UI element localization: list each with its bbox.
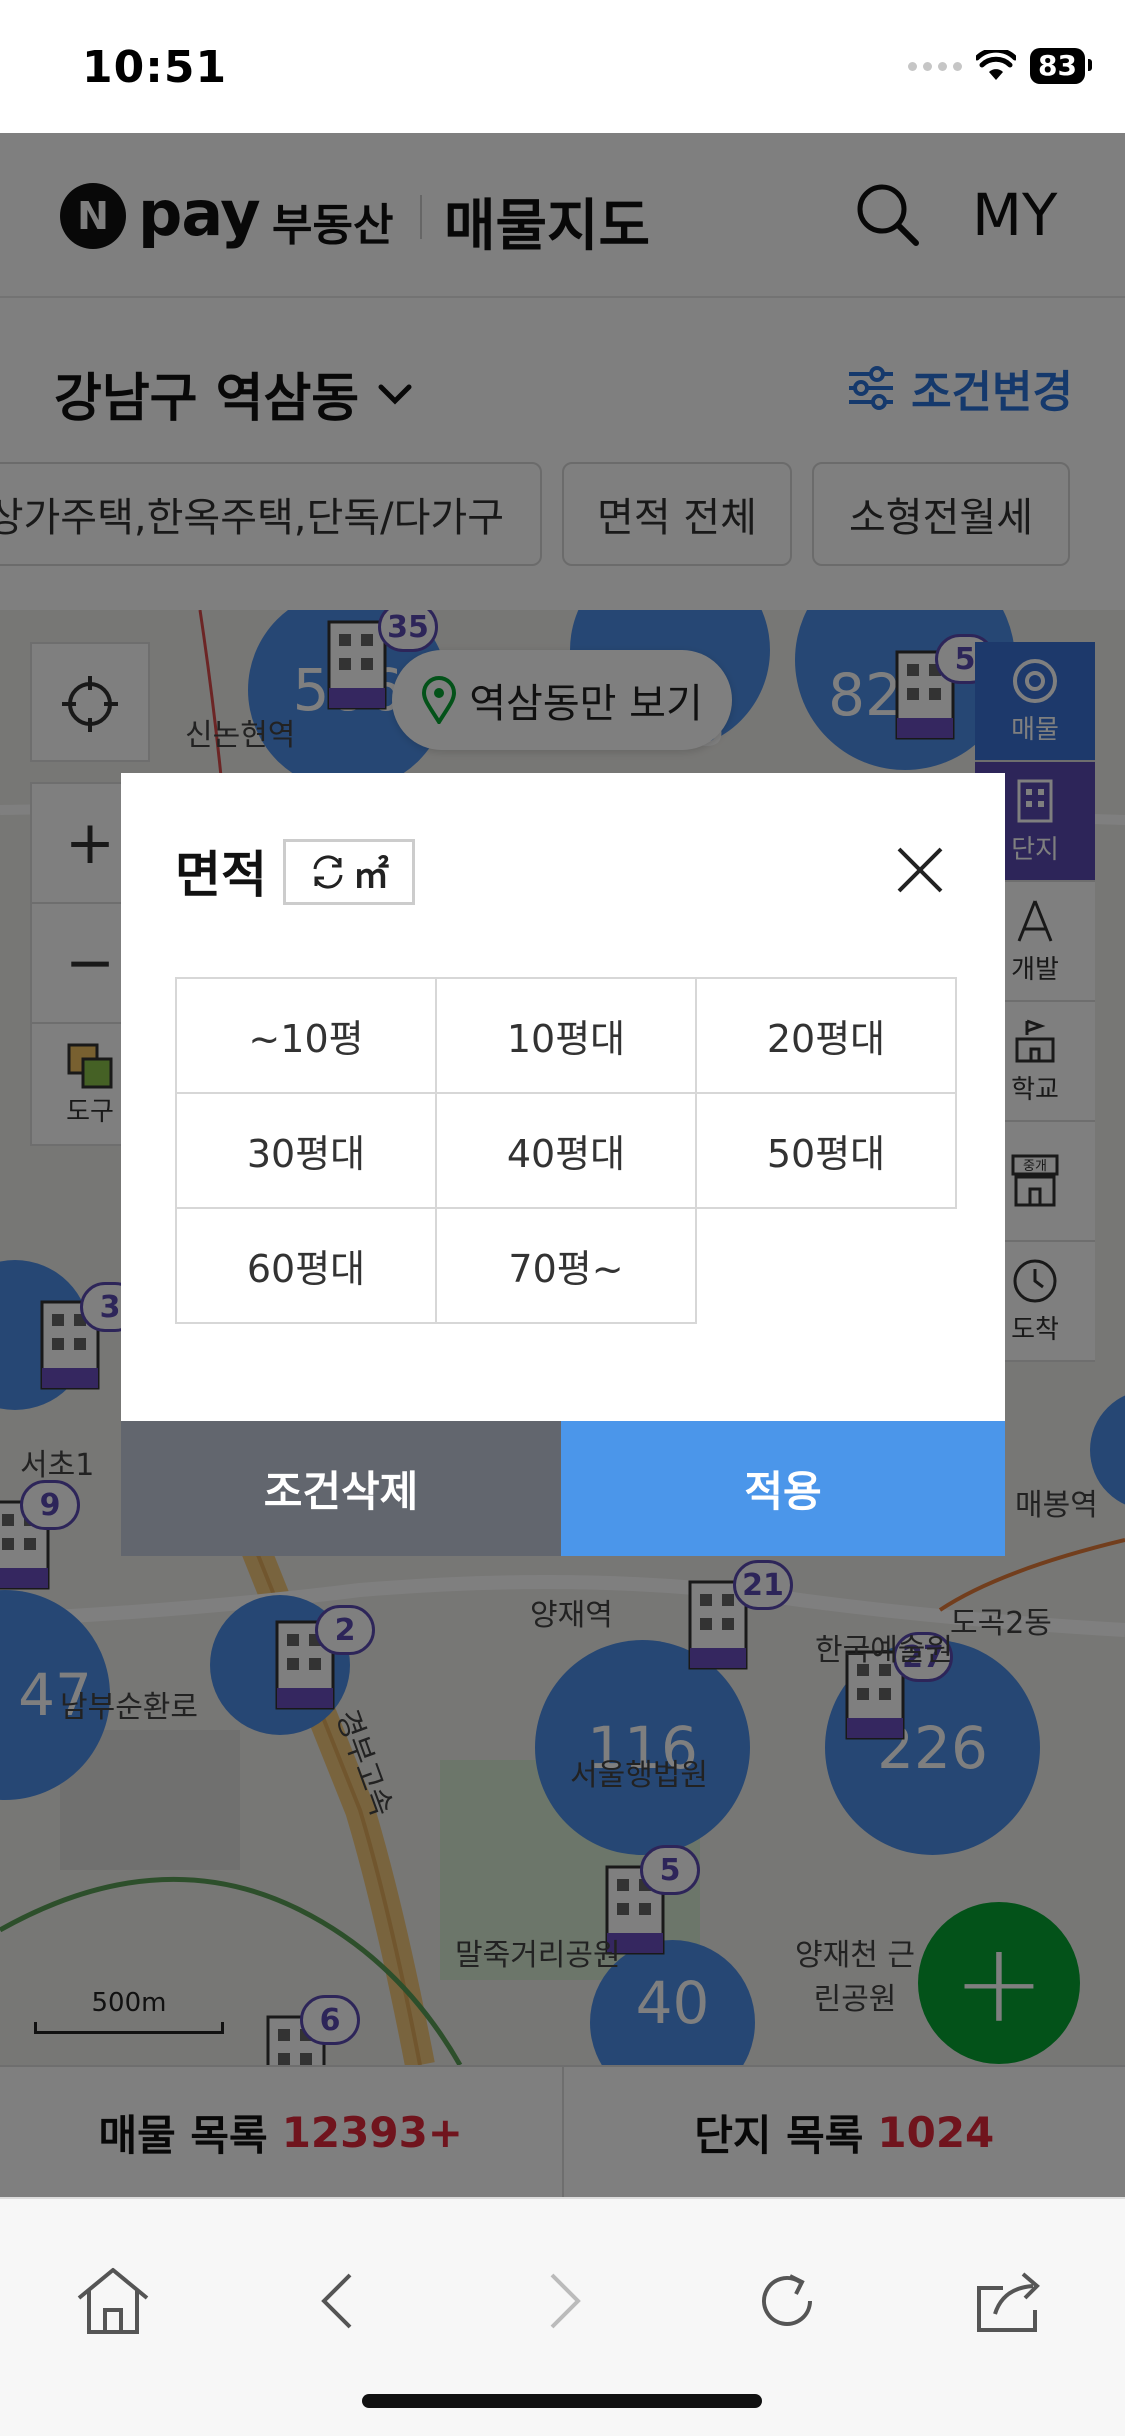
battery-icon: 83 [1030, 48, 1092, 84]
status-time: 10:51 [82, 42, 228, 93]
area-filter-modal: 면적 ㎡ ~10평 10평대 20평대 30평대 40평대 50평대 60평대 … [121, 773, 1005, 1556]
modal-title: 면적 [175, 846, 267, 904]
home-icon[interactable] [68, 2261, 158, 2341]
status-bar: 10:51 83 [0, 0, 1125, 133]
area-option[interactable]: 20평대 [695, 977, 957, 1094]
unit-toggle-button[interactable]: ㎡ [283, 839, 415, 905]
close-icon[interactable] [895, 845, 945, 895]
cellular-signal-icon [908, 61, 963, 71]
apply-button[interactable]: 적용 [561, 1421, 1005, 1556]
refresh-page-icon[interactable] [742, 2261, 832, 2341]
back-icon[interactable] [292, 2261, 382, 2341]
share-icon[interactable] [966, 2261, 1056, 2341]
area-option[interactable]: 70평~ [435, 1207, 697, 1324]
status-icons: 83 [908, 48, 1092, 84]
area-option[interactable]: 60평대 [175, 1207, 437, 1324]
unit-label: ㎡ [352, 855, 389, 896]
home-indicator[interactable] [362, 2394, 762, 2408]
area-option[interactable]: 40평대 [435, 1092, 697, 1209]
area-option[interactable]: 30평대 [175, 1092, 437, 1209]
area-option[interactable]: 10평대 [435, 977, 697, 1094]
forward-icon[interactable] [520, 2261, 610, 2341]
wifi-icon [976, 50, 1017, 80]
refresh-icon [313, 855, 343, 889]
area-option[interactable]: ~10평 [175, 977, 437, 1094]
delete-condition-button[interactable]: 조건삭제 [121, 1421, 561, 1556]
modal-footer: 조건삭제 적용 [121, 1421, 1005, 1556]
area-option[interactable]: 50평대 [695, 1092, 957, 1209]
